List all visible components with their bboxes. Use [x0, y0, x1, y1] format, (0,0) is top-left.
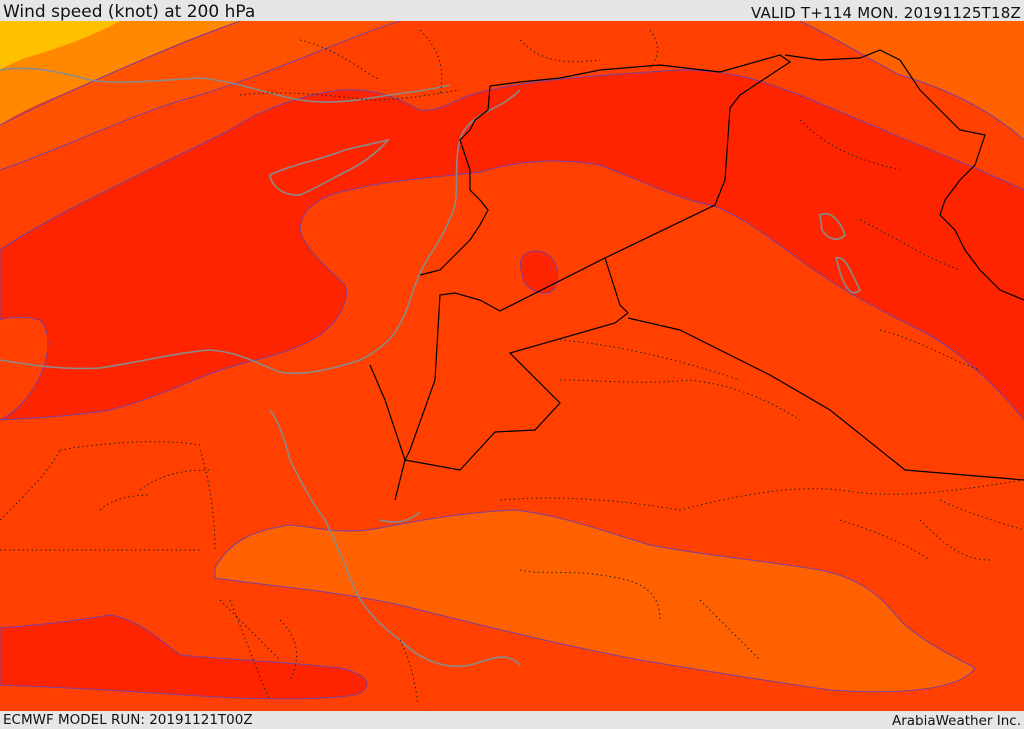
wind-speed-map [0, 21, 1024, 711]
model-run-label: ECMWF MODEL RUN: 20191121T00Z [3, 712, 253, 728]
forecast-map-page: Wind speed (knot) at 200 hPa VALID T+114… [0, 0, 1024, 729]
credit-label: ArabiaWeather Inc. [891, 713, 1021, 729]
map-title: Wind speed (knot) at 200 hPa [3, 2, 256, 22]
valid-time: VALID T+114 MON. 20191125T18Z [751, 4, 1021, 22]
